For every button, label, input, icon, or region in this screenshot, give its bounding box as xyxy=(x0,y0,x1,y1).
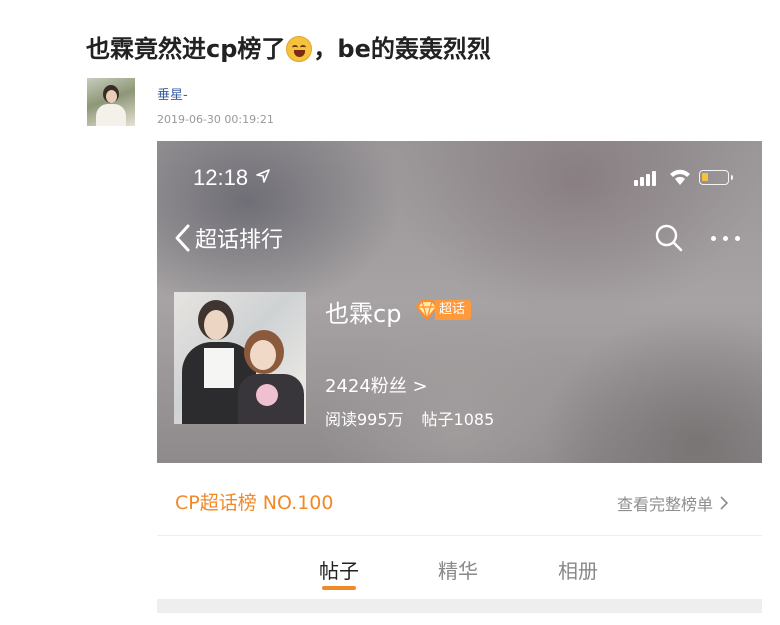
username-link[interactable]: 垂星- xyxy=(157,84,188,103)
more-icon[interactable] xyxy=(709,231,743,245)
read-count: 阅读995万 xyxy=(325,410,404,429)
rank-label: CP超话榜 NO.100 xyxy=(175,492,334,514)
laughing-tears-icon xyxy=(286,36,313,62)
embedded-screenshot[interactable]: 12:18 超话排行 也霖cp 超话 2424粉丝 > 阅读995万 帖子108… xyxy=(157,141,762,613)
search-icon[interactable] xyxy=(654,223,684,253)
chevron-right-icon xyxy=(720,496,729,510)
tab-posts[interactable]: 帖子 xyxy=(319,555,359,584)
post-title-suffix: ，be的轰轰烈烈 xyxy=(313,35,491,63)
status-time: 12:18 xyxy=(193,165,249,190)
post-timestamp: 2019-06-30 00:19:21 xyxy=(157,113,274,126)
chevron-left-icon xyxy=(175,224,190,252)
post-title: 也霖竟然进cp榜了 ，be的轰轰烈烈 xyxy=(86,29,491,64)
tab-featured[interactable]: 精华 xyxy=(438,555,478,584)
rank-row[interactable]: CP超话榜 NO.100 查看完整榜单 xyxy=(157,463,762,536)
back-button[interactable]: 超话排行 xyxy=(173,221,283,255)
topic-cover-image xyxy=(174,292,306,424)
tab-album[interactable]: 相册 xyxy=(558,555,598,584)
avatar[interactable] xyxy=(87,78,135,126)
battery-icon xyxy=(699,170,733,185)
wifi-icon xyxy=(670,169,690,185)
topic-stats: 阅读995万 帖子1085 xyxy=(325,406,494,430)
view-full-ranking-link[interactable]: 查看完整榜单 xyxy=(617,491,729,515)
post-title-prefix: 也霖竟然进cp榜了 xyxy=(86,35,286,63)
view-full-ranking-label: 查看完整榜单 xyxy=(617,495,714,514)
signal-icon xyxy=(634,170,662,186)
super-topic-badge: 超话 xyxy=(415,299,472,321)
post-count: 帖子1085 xyxy=(421,410,495,429)
back-label: 超话排行 xyxy=(195,228,284,253)
topic-header: 12:18 超话排行 也霖cp 超话 2424粉丝 > 阅读995万 帖子108… xyxy=(157,141,762,463)
tab-bar: 帖子 精华 相册 xyxy=(157,536,762,596)
fans-link[interactable]: 2424粉丝 > xyxy=(325,372,428,398)
topic-name: 也霖cp xyxy=(325,300,402,328)
section-divider xyxy=(157,599,762,613)
location-arrow-icon xyxy=(256,169,270,183)
super-topic-badge-label: 超话 xyxy=(435,300,472,320)
active-tab-indicator xyxy=(322,586,356,590)
